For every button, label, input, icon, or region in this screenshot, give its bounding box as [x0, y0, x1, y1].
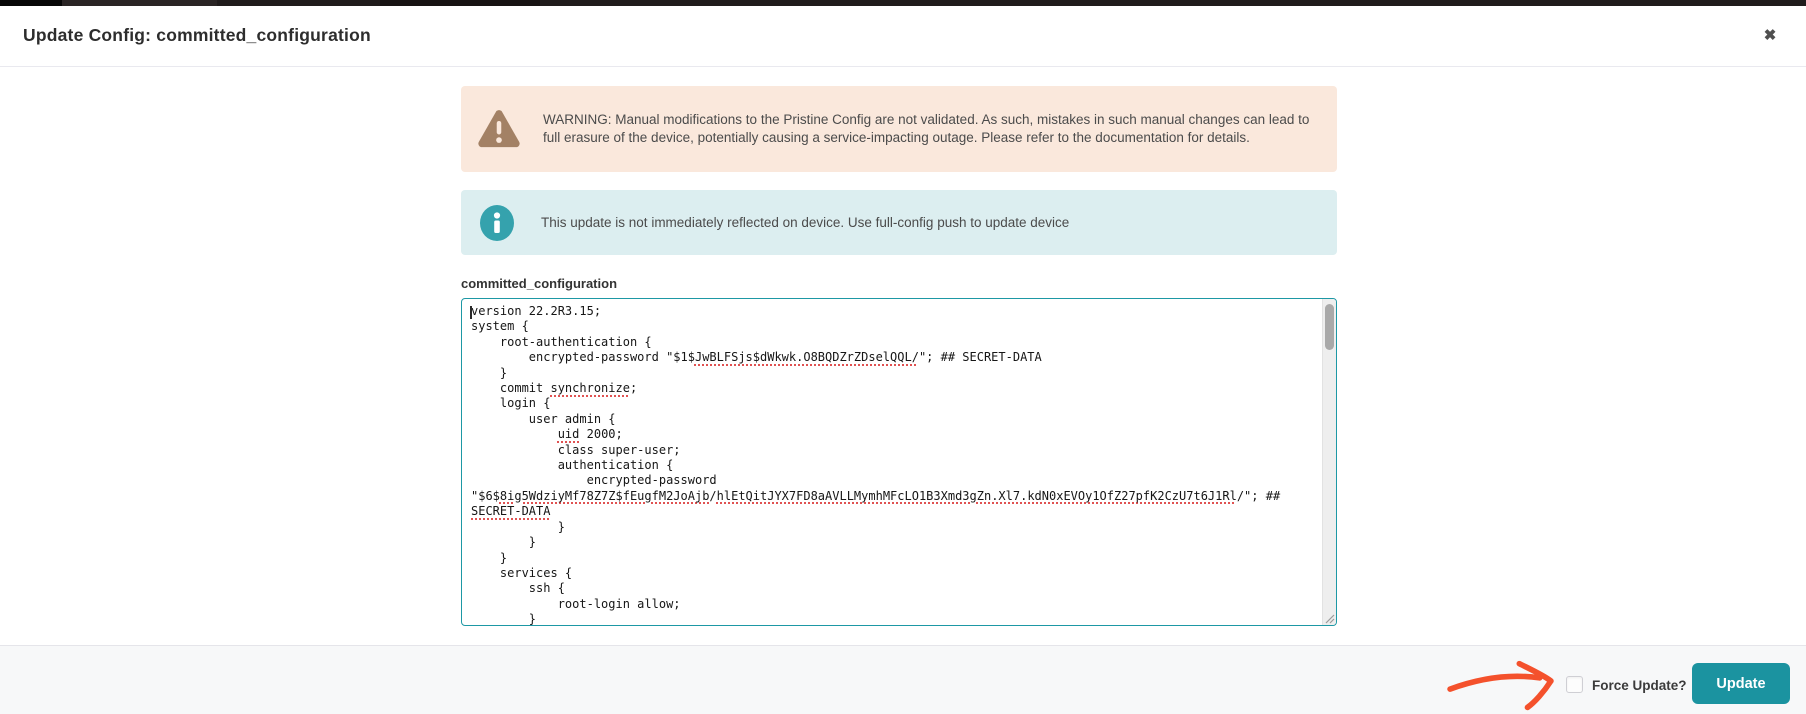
scrollbar-thumb[interactable] [1325, 304, 1334, 350]
info-banner: This update is not immediately reflected… [461, 190, 1337, 255]
warning-text: WARNING: Manual modifications to the Pri… [543, 112, 1310, 145]
warning-triangle-icon [478, 110, 520, 148]
config-textarea[interactable]: version 22.2R3.15; system { root-authent… [461, 298, 1337, 626]
annotation-arrow-icon [1447, 660, 1554, 711]
close-icon[interactable]: ✖ [1758, 24, 1782, 48]
dialog-header: Update Config: committed_configuration ✖ [0, 6, 1806, 67]
scrollbar[interactable] [1322, 299, 1336, 625]
force-update-label[interactable]: Force Update? [1592, 678, 1687, 693]
update-button[interactable]: Update [1692, 663, 1790, 704]
resize-handle-icon[interactable] [1323, 612, 1335, 624]
info-circle-icon [480, 204, 514, 241]
text-caret [470, 306, 472, 319]
config-field-label: committed_configuration [461, 276, 618, 291]
force-update-checkbox[interactable] [1566, 676, 1583, 693]
config-text[interactable]: version 22.2R3.15; system { root-authent… [462, 299, 1322, 625]
info-text: This update is not immediately reflected… [541, 214, 1070, 230]
dialog-title: Update Config: committed_configuration [23, 25, 371, 45]
dialog-footer: Force Update? Update [0, 645, 1806, 714]
dialog-body: WARNING: Manual modifications to the Pri… [461, 67, 1337, 626]
warning-banner: WARNING: Manual modifications to the Pri… [461, 86, 1337, 172]
